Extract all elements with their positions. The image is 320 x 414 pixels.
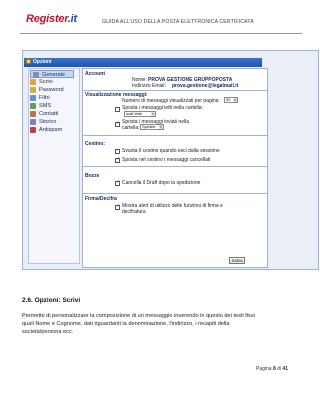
window-title: Opzioni <box>33 59 52 65</box>
history-icon <box>30 119 36 125</box>
page-of: di <box>277 366 282 372</box>
menu-item-filtri[interactable]: Filtri <box>30 94 76 102</box>
menu-item-password[interactable]: Password <box>30 86 76 94</box>
signature-alert-checkbox[interactable] <box>115 203 120 210</box>
logo-text-dot: .it <box>67 13 77 25</box>
account-email-label: Indirizzo Email: <box>132 83 166 89</box>
key-icon <box>30 87 36 93</box>
save-button[interactable]: Salva <box>229 257 245 264</box>
contacts-icon <box>30 111 36 117</box>
section-divider <box>83 135 267 136</box>
signature-alert-label-2: decifratura <box>122 209 146 215</box>
move-to-trash-checkbox[interactable] <box>115 156 120 163</box>
chevron-down-icon: ▾ <box>233 98 237 102</box>
register-logo: Register.it <box>26 13 77 25</box>
delete-draft-checkbox[interactable] <box>115 179 120 186</box>
menu-item-label: Filtri <box>39 95 50 101</box>
menu-item-label: Antispam <box>39 127 63 133</box>
filter-icon <box>30 95 36 101</box>
account-section-title: Account <box>85 71 105 77</box>
header-divider <box>20 33 302 34</box>
per-page-label: Numero di messaggi visualizzati per pagi… <box>122 98 220 104</box>
menu-item-sms[interactable]: SMS <box>30 102 76 110</box>
menu-item-label: Storico <box>39 119 57 125</box>
section-divider <box>83 90 267 91</box>
page-total: 41 <box>282 366 288 372</box>
account-email-value: prova.gestione@legalmail.it <box>172 83 239 89</box>
signature-section-title: Firma/Decifra <box>85 196 117 202</box>
menu-item-label: Scrivi <box>39 79 53 85</box>
menu-item-scrivi[interactable]: Scrivi <box>30 78 76 86</box>
chevron-down-icon: ▾ <box>159 125 163 129</box>
drafts-section-title: Bozze <box>85 173 100 179</box>
empty-trash-checkbox[interactable] <box>115 149 120 154</box>
sent-folder-select[interactable]: Spedite ▾ <box>140 124 164 130</box>
window-icon <box>26 59 31 64</box>
section-heading: 2.6. Opzioni: Scrivi <box>22 297 81 304</box>
paragraph-line-3: società/persona ecc. <box>22 329 74 335</box>
pencil-icon <box>30 79 36 85</box>
empty-trash-label: Svuota il cestino quando esci dalla sess… <box>122 148 220 154</box>
menu-item-label: Password <box>39 87 64 93</box>
sent-folder-value: Spedite <box>142 124 156 129</box>
page-prefix: Pagina <box>256 366 272 372</box>
per-page-select[interactable]: 30 ▾ <box>224 97 238 103</box>
per-page-value: 30 <box>226 97 231 102</box>
menu-item-generale[interactable]: Generale <box>30 70 74 78</box>
menu-item-label: SMS <box>39 103 52 109</box>
document-header-title: GUIDA ALL'USO DELLA POSTA ELETTRONICA CE… <box>102 19 254 25</box>
paragraph-line-2: quali Nome e Cognome, dati riguardanti l… <box>22 321 230 327</box>
sent-move-label-2: cartella: <box>122 125 140 131</box>
menu-item-storico[interactable]: Storico <box>30 118 76 126</box>
move-to-trash-label: Sposta nel cestino i messaggi cancellati <box>122 157 211 163</box>
section-divider <box>83 193 267 194</box>
phone-icon <box>30 103 36 109</box>
chevron-down-icon: ▾ <box>151 112 155 116</box>
delete-draft-label: Cancella il Draft dopo la spedizione <box>122 180 201 186</box>
sent-move-checkbox[interactable] <box>115 120 120 127</box>
menu-item-antispam[interactable]: Antispam <box>30 126 76 134</box>
page-current: 8 <box>272 366 276 372</box>
trash-section-title: Cestino: <box>85 141 105 147</box>
shield-icon <box>30 127 36 133</box>
logo-text-main: Register <box>26 13 68 25</box>
menu-item-label: Contatti <box>39 111 59 117</box>
paragraph-line-1: Permette di personalizzare la composizio… <box>22 313 255 319</box>
read-folder-value: mail lette <box>126 111 143 116</box>
page-number: Pagina 8 di 41 <box>256 366 288 372</box>
read-move-checkbox[interactable] <box>115 107 120 112</box>
read-folder-select[interactable]: mail lette ▾ <box>124 111 156 117</box>
menu-item-contatti[interactable]: Contatti <box>30 110 76 118</box>
section-divider <box>83 166 267 167</box>
window-titlebar <box>24 58 262 67</box>
